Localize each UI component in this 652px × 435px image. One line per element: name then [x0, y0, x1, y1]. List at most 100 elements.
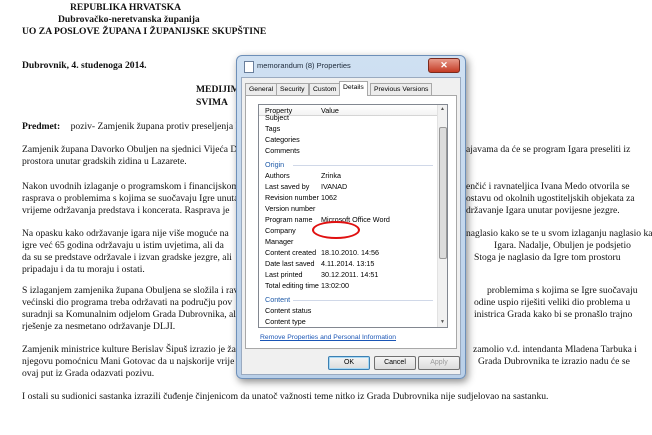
property-name: Last printed: [265, 270, 303, 279]
paragraph-5-line-3: ovaj put iz Grada odazvati pozivu.: [22, 368, 155, 379]
paragraph-2-line-1-right: enčić i ravnateljica Ivana Medo otvorila…: [466, 181, 630, 192]
paragraph-2-line-1: Nakon uvodnih izlaganje o programskom i …: [22, 181, 239, 192]
paragraph-2-line-2-right: ostavu od okolnih ugostiteljskih objekat…: [466, 193, 635, 204]
list-item[interactable]: Total editing time 13:02:00: [259, 281, 437, 291]
property-name: Total editing time: [265, 281, 319, 290]
property-name: Content created: [265, 248, 317, 257]
list-item[interactable]: Revision number 1062: [259, 193, 437, 203]
property-value: Zrinka: [321, 171, 341, 180]
list-item[interactable]: Authors Zrinka: [259, 171, 437, 181]
property-name: Revision number: [265, 193, 319, 202]
paragraph-4-line-3-right: inistrica Grada kako bi se pronašlo traj…: [474, 309, 633, 320]
subject-text: poziv- Zamjenik župana protiv preseljenj…: [70, 121, 239, 132]
property-name: Company: [265, 226, 296, 235]
cancel-button[interactable]: Cancel: [374, 356, 416, 370]
group-content: Content: [265, 295, 291, 304]
recipient-all: SVIMA: [196, 97, 228, 108]
paragraph-3-line-3: da su se predstave održavale i izvan gra…: [22, 252, 232, 263]
list-item[interactable]: Last printed 30.12.2011. 14:51: [259, 270, 437, 280]
paragraph-4-line-1: S izlaganjem zamjenika župana Obuljena s…: [22, 285, 244, 296]
paragraph-1-line-2: prostora unutar gradskih zidina u Lazare…: [22, 156, 187, 167]
dialog-titlebar[interactable]: memorandum (8) Properties ✕: [237, 56, 465, 76]
paragraph-3-line-3-right: Stoga je naglasio da Igre tom prostoru: [474, 252, 621, 263]
paragraph-2-line-2: rasprava o problemima s kojima se suočav…: [22, 193, 242, 204]
paragraph-3-line-1: Na opasku kako održavanje igara nije viš…: [22, 228, 229, 239]
list-item[interactable]: Categories: [259, 135, 437, 145]
group-origin: Origin: [265, 160, 285, 169]
scroll-thumb[interactable]: [439, 127, 447, 259]
tab-previous-versions[interactable]: Previous Versions: [370, 83, 433, 95]
list-item[interactable]: Date last saved 4.11.2014. 13:15: [259, 259, 437, 269]
property-name: Manager: [265, 237, 294, 246]
paragraph-3-line-2: igre već 65 godina održavaju u istim uvj…: [22, 240, 224, 251]
paragraph-5-line-1-right: zamolio v.d. intendanta Mladena Tarbuka …: [473, 344, 637, 355]
recipient-media: MEDIJIM: [196, 84, 240, 95]
property-name: Content type: [265, 317, 306, 326]
scrollbar[interactable]: ▲ ▼: [437, 105, 447, 327]
subject-line: Predmet: poziv- Zamjenik župana protiv p…: [22, 121, 239, 132]
paragraph-4-line-4: rješenje za nesmetano održavanje DLJI.: [22, 321, 176, 332]
details-panel: Property Value Subject Tags Categories C…: [245, 95, 457, 349]
property-value: 4.11.2014. 13:15: [321, 259, 375, 268]
list-item[interactable]: Version number: [259, 204, 437, 214]
property-name: Content status: [265, 306, 312, 315]
dateline: Dubrovnik, 4. studenoga 2014.: [22, 60, 147, 71]
property-name: Tags: [265, 124, 281, 133]
properties-dialog: memorandum (8) Properties ✕ General Secu…: [236, 55, 466, 379]
paragraph-2-line-3: vrijeme održavanja predstava i koncerata…: [22, 205, 230, 216]
list-item[interactable]: Tags: [259, 124, 437, 134]
header-county: Dubrovačko-neretvanska županija: [58, 14, 200, 25]
header-office: UO ZA POSLOVE ŽUPANA I ŽUPANIJSKE SKUPŠT…: [22, 26, 267, 37]
paragraph-1-line-1-right: ajavama da će se program Igara preseliti…: [466, 144, 631, 155]
header-republic: REPUBLIKA HRVATSKA: [70, 2, 181, 13]
tab-custom[interactable]: Custom: [309, 83, 341, 95]
document-icon: [244, 61, 254, 73]
property-name: Date last saved: [265, 259, 315, 268]
paragraph-4-line-3: suradnji sa Komunalnim odjelom Grada Dub…: [22, 309, 236, 320]
paragraph-3-line-4: pripadaju i da tu moraju i ostati.: [22, 264, 145, 275]
ok-button[interactable]: OK: [328, 356, 370, 370]
scroll-up-icon[interactable]: ▲: [438, 105, 447, 114]
property-name: Subject: [265, 113, 289, 122]
property-name: Version number: [265, 204, 316, 213]
paragraph-4-line-2-right: odine uspio riješiti veliki dio problema…: [474, 297, 631, 308]
paragraph-4-line-1-right: problemima s kojima se Igre suočavaju: [487, 285, 638, 296]
paragraph-5-line-2: njegovu pomoćnicu Mani Gotovac da u najs…: [22, 356, 235, 367]
tab-general[interactable]: General: [245, 83, 278, 95]
paragraph-2-line-3-right: državanje Igara unutar povijesne jezgre.: [466, 205, 620, 216]
property-name: Categories: [265, 135, 300, 144]
paragraph-1-line-1: Zamjenik župana Davorko Obuljen na sjedn…: [22, 144, 238, 155]
paragraph-5-line-2-right: Grada Dubrovnika te izrazio nadu će se: [478, 356, 630, 367]
tab-security[interactable]: Security: [276, 83, 309, 95]
scroll-down-icon[interactable]: ▼: [438, 318, 447, 327]
list-item[interactable]: Content status: [259, 306, 437, 316]
property-value: 13:02:00: [321, 281, 349, 290]
list-item[interactable]: Subject: [259, 113, 437, 123]
close-button[interactable]: ✕: [428, 58, 460, 73]
dialog-body: General Security Custom Details Previous…: [241, 77, 461, 375]
tab-details[interactable]: Details: [339, 81, 368, 96]
property-name: Program name: [265, 215, 313, 224]
property-value: 30.12.2011. 14:51: [321, 270, 379, 279]
property-value: 1062: [321, 193, 337, 202]
list-item[interactable]: Content created 18.10.2010. 14:56: [259, 248, 437, 258]
property-list[interactable]: Property Value Subject Tags Categories C…: [258, 104, 448, 328]
property-value: IVANAD: [321, 182, 348, 191]
paragraph-4-line-2: većinski dio programa treba održavati na…: [22, 297, 233, 308]
property-name: Comments: [265, 146, 300, 155]
property-name: Authors: [265, 171, 290, 180]
list-item[interactable]: Comments: [259, 146, 437, 156]
subject-label: Predmet:: [22, 121, 61, 132]
apply-button[interactable]: Apply: [418, 356, 460, 370]
property-value: 18.10.2010. 14:56: [321, 248, 379, 257]
list-item[interactable]: Last saved by IVANAD: [259, 182, 437, 192]
list-item[interactable]: Manager: [259, 237, 437, 247]
group-divider: [293, 165, 433, 166]
list-item[interactable]: Content type: [259, 317, 437, 327]
paragraph-6: I ostali su sudionici sastanka izrazili …: [22, 391, 549, 402]
remove-properties-link[interactable]: Remove Properties and Personal Informati…: [260, 334, 396, 341]
paragraph-3-line-1-right: naglasio kako se te u svom izlaganju nag…: [466, 228, 652, 239]
group-divider: [293, 300, 433, 301]
property-name: Last saved by: [265, 182, 310, 191]
dialog-title: memorandum (8) Properties: [257, 61, 351, 70]
